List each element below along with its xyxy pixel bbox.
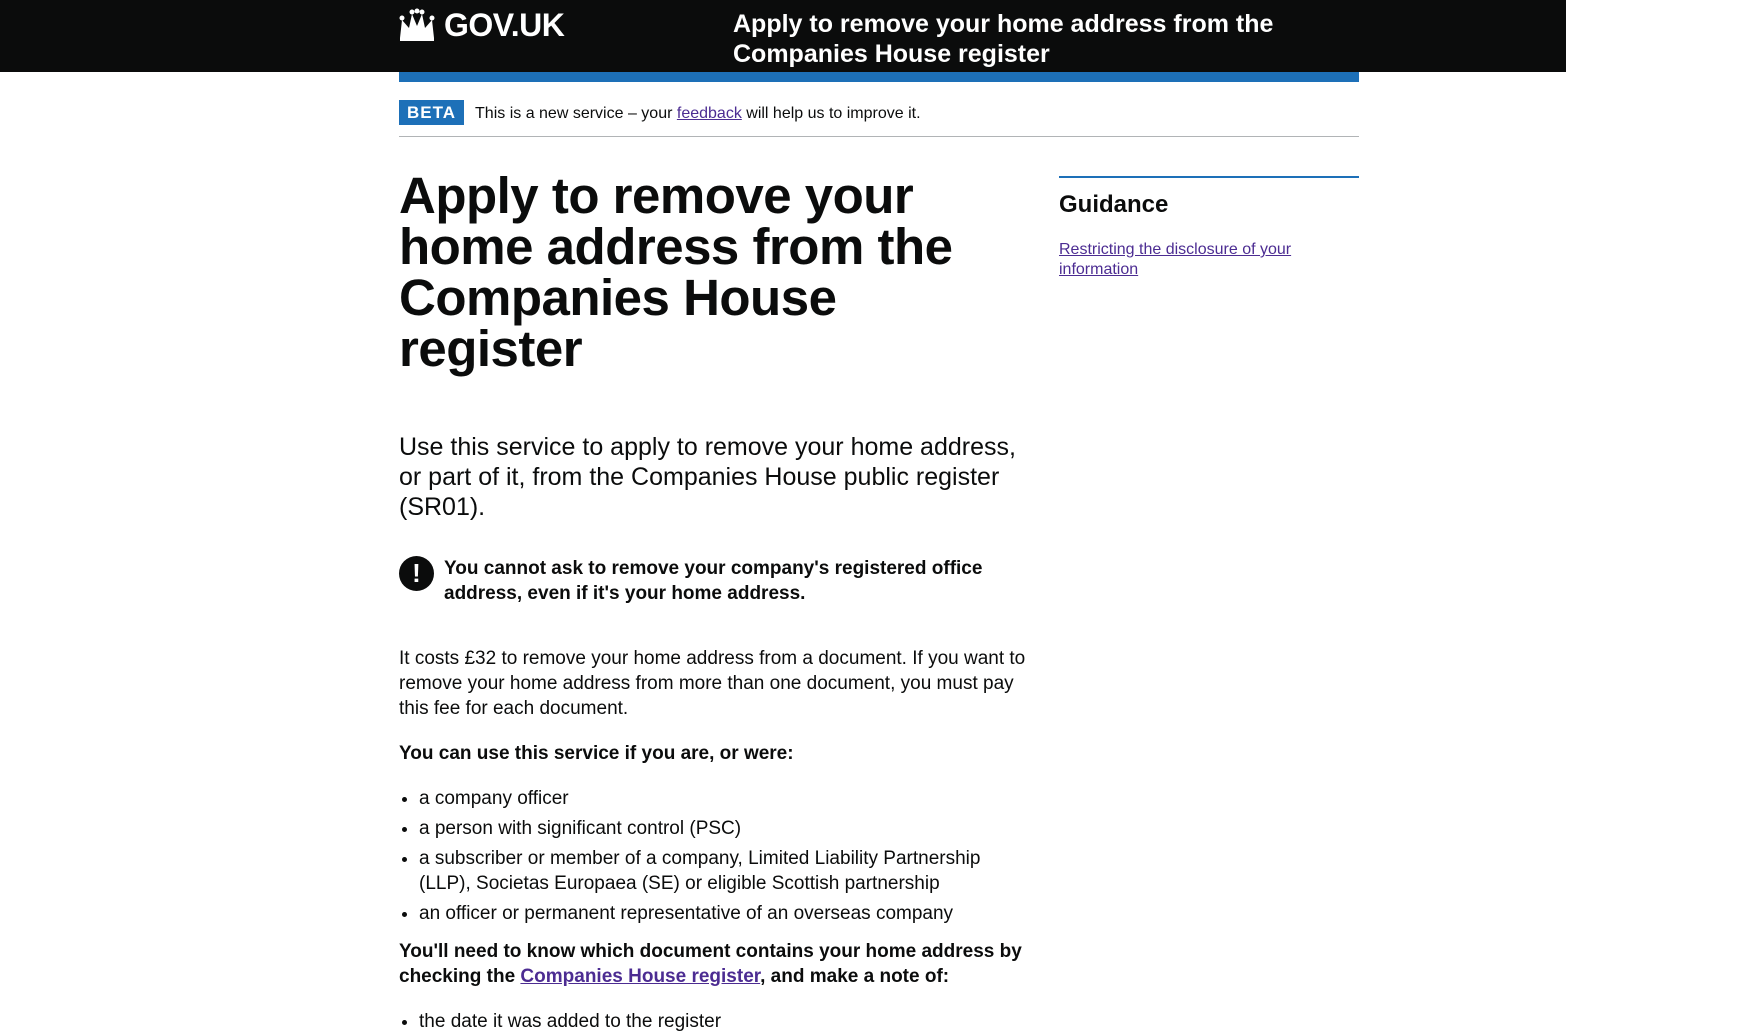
cost-paragraph: It costs £32 to remove your home address…	[399, 648, 1026, 719]
eligibility-heading: You can use this service if you are, or …	[399, 743, 794, 764]
warning-text-block: ! You cannot ask to remove your company'…	[399, 556, 1029, 606]
eligibility-list: a company officer a person with signific…	[399, 786, 1029, 926]
list-item: a company officer	[419, 786, 1029, 811]
beta-tag: BETA	[399, 100, 465, 125]
main-content: Apply to remove your home address from t…	[399, 170, 1029, 1034]
list-item: an officer or permanent representative o…	[419, 901, 1029, 926]
lead-paragraph: Use this service to apply to remove your…	[399, 433, 1016, 521]
phase-text-before: This is a new service – your	[475, 105, 677, 122]
phase-text-after: will help us to improve it.	[741, 105, 921, 122]
govuk-logo-link[interactable]: GOV.UK	[398, 7, 565, 43]
feedback-link[interactable]: feedback	[677, 105, 742, 122]
site-header: GOV.UK Apply to remove your home address…	[0, 0, 1566, 72]
guidance-sidebar: Guidance Restricting the disclosure of y…	[1059, 176, 1359, 280]
companies-house-register-link[interactable]: Companies House register	[520, 966, 760, 987]
service-name-link[interactable]: Apply to remove your home address from t…	[733, 9, 1373, 69]
warning-icon: !	[399, 556, 434, 591]
note-list: the date it was added to the register	[399, 1009, 1029, 1034]
restricting-disclosure-link[interactable]: Restricting the disclosure of your infor…	[1059, 240, 1359, 280]
list-item: a subscriber or member of a company, Lim…	[419, 846, 1029, 896]
header-blue-bar	[399, 72, 1359, 82]
phase-banner-text: This is a new service – your feedback wi…	[475, 100, 921, 127]
phase-banner: BETA This is a new service – your feedba…	[399, 100, 1359, 137]
instruction-after: , and make a note of:	[760, 966, 950, 987]
logo-text: GOV.UK	[444, 7, 565, 43]
warning-message: You cannot ask to remove your company's …	[444, 558, 983, 604]
crown-icon	[399, 8, 435, 41]
guidance-heading: Guidance	[1059, 191, 1169, 218]
page-title: Apply to remove your home address from t…	[399, 167, 953, 377]
list-item: the date it was added to the register	[419, 1009, 1029, 1034]
list-item: a person with significant control (PSC)	[419, 816, 1029, 841]
